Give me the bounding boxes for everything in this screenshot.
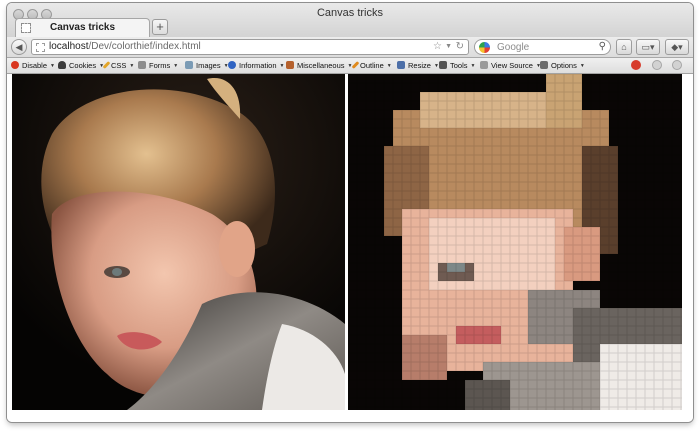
bookmarks-icon: ▭▾ (641, 42, 655, 52)
toolbar-label: Miscellaneous (297, 61, 345, 70)
web-developer-toolbar: Disable ▼ Cookies ▼ CSS ▼ Forms ▼ Images ▼ In… (7, 58, 693, 74)
original-photo (12, 74, 345, 410)
toolbar-label: CSS (111, 61, 127, 70)
site-identity-icon (36, 43, 45, 52)
toolbar-item-images[interactable]: Images ▼ (185, 58, 229, 73)
close-toolbar-icon[interactable] (631, 60, 641, 70)
back-button[interactable]: ◀ (11, 39, 27, 55)
page-content (7, 74, 693, 422)
toolbar-item-disable[interactable]: Disable ▼ (11, 58, 55, 73)
disable-icon (11, 61, 19, 69)
toolbar-label: Forms (149, 61, 171, 70)
tools-icon (439, 61, 447, 69)
user-icon (58, 61, 66, 69)
toolbar-item-miscellaneous[interactable]: Miscellaneous ▼ (286, 58, 352, 73)
google-logo-icon (479, 42, 490, 53)
info-icon (228, 61, 236, 69)
toolbar-item-cookies[interactable]: Cookies ▼ (58, 58, 104, 73)
toolbar-label: Resize (408, 61, 431, 70)
title-bar: Canvas tricks Canvas tricks + (7, 3, 693, 38)
outline-pencil-icon (351, 61, 360, 69)
toolbar-label: Disable (22, 61, 48, 70)
downloads-icon: ◆▾ (671, 42, 683, 52)
new-tab-button[interactable]: + (152, 19, 168, 35)
toolbar-item-resize[interactable]: Resize ▼ (397, 58, 439, 73)
back-arrow-icon: ◀ (15, 42, 23, 52)
history-dropdown-icon[interactable]: ▼ (445, 43, 452, 50)
search-input[interactable]: Google (497, 42, 529, 53)
resize-icon (397, 61, 405, 69)
toolbar-item-forms[interactable]: Forms ▼ (138, 58, 178, 73)
source-icon (480, 61, 488, 69)
home-button[interactable]: ⌂ (616, 39, 632, 55)
form-icon (138, 61, 146, 69)
pixelated-photo (348, 74, 682, 410)
url-path: /Dev/colorthief/index.html (88, 41, 201, 52)
toolbar-label: Cookies (69, 61, 97, 70)
url-host: localhost (49, 41, 89, 52)
toolbar-item-tools[interactable]: Tools ▼ (439, 58, 475, 73)
home-icon: ⌂ (621, 42, 627, 52)
toolbar-item-css[interactable]: CSS ▼ (102, 58, 134, 73)
navigation-bar: ◀ localhost/Dev/colorthief/index.html ☆ … (7, 37, 693, 58)
toolbar-item-information[interactable]: Information ▼ (228, 58, 284, 73)
toolbar-label: Tools (450, 61, 468, 70)
toolbar-item-outline[interactable]: Outline ▼ (351, 58, 392, 73)
reload-icon[interactable]: ↻ (456, 41, 464, 52)
bookmarks-button[interactable]: ▭▾ (636, 39, 660, 55)
status-gray-icon[interactable] (672, 60, 682, 70)
search-bar[interactable]: Google ⚲ (474, 39, 611, 55)
bookmark-star-icon[interactable]: ☆ (433, 41, 442, 52)
downloads-button[interactable]: ◆▾ (665, 39, 689, 55)
url-bar[interactable]: localhost/Dev/colorthief/index.html ☆ ▼ … (31, 39, 469, 55)
toolbar-label: Information (239, 61, 277, 70)
image-icon (185, 61, 193, 69)
pixelated-portrait-image (348, 74, 682, 410)
child-portrait-image (12, 74, 345, 410)
toolbar-label: View Source (491, 61, 533, 70)
options-icon (540, 61, 548, 69)
toolbar-label: Options (551, 61, 577, 70)
search-icon[interactable]: ⚲ (599, 41, 606, 52)
toolbar-item-options[interactable]: Options ▼ (540, 58, 585, 73)
toolbar-label: Outline (360, 61, 384, 70)
toolbar-item-view-source[interactable]: View Source ▼ (480, 58, 541, 73)
tab-canvas-tricks[interactable]: Canvas tricks (15, 18, 150, 38)
status-gray-icon[interactable] (652, 60, 662, 70)
toolbox-icon (286, 61, 294, 69)
tab-label: Canvas tricks (49, 22, 116, 33)
toolbar-label: Images (196, 61, 221, 70)
browser-window: Canvas tricks Canvas tricks + ◀ localhos… (7, 3, 693, 422)
url-text: localhost/Dev/colorthief/index.html (49, 41, 201, 52)
